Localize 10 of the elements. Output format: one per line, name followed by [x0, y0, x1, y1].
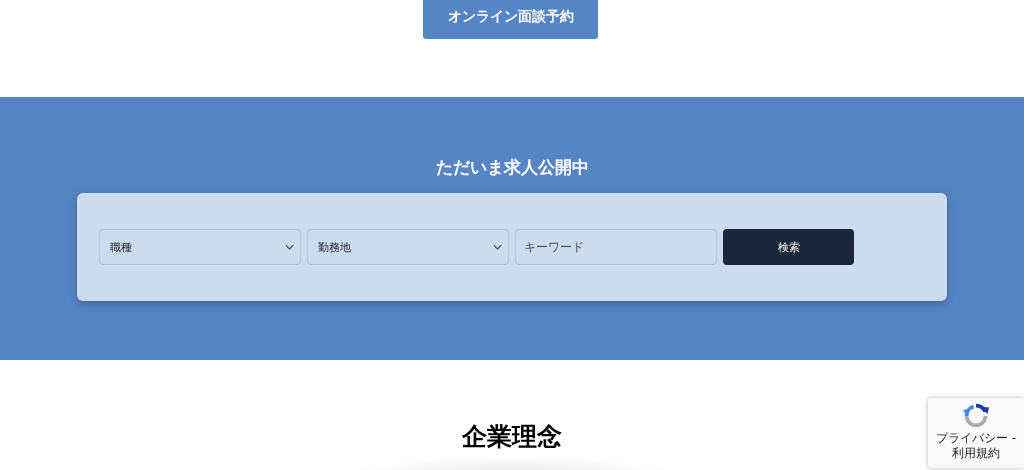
- chevron-down-icon: [285, 244, 294, 250]
- dropdown-select[interactable]: 勤務地: [307, 229, 509, 265]
- search-button[interactable]: 検索: [723, 229, 854, 265]
- section-heading: 企業理念: [462, 422, 562, 452]
- chevron-down-icon: [493, 244, 502, 250]
- reservation-button[interactable]: オンライン面談予約: [423, 0, 598, 39]
- privacy-terms-links[interactable]: プライバシー - 利用規約: [930, 431, 1022, 461]
- dropdown-select[interactable]: 職種: [99, 229, 301, 265]
- keyword-field[interactable]: キーワード: [515, 229, 717, 265]
- section-title: ただいま求人公開中: [435, 156, 589, 179]
